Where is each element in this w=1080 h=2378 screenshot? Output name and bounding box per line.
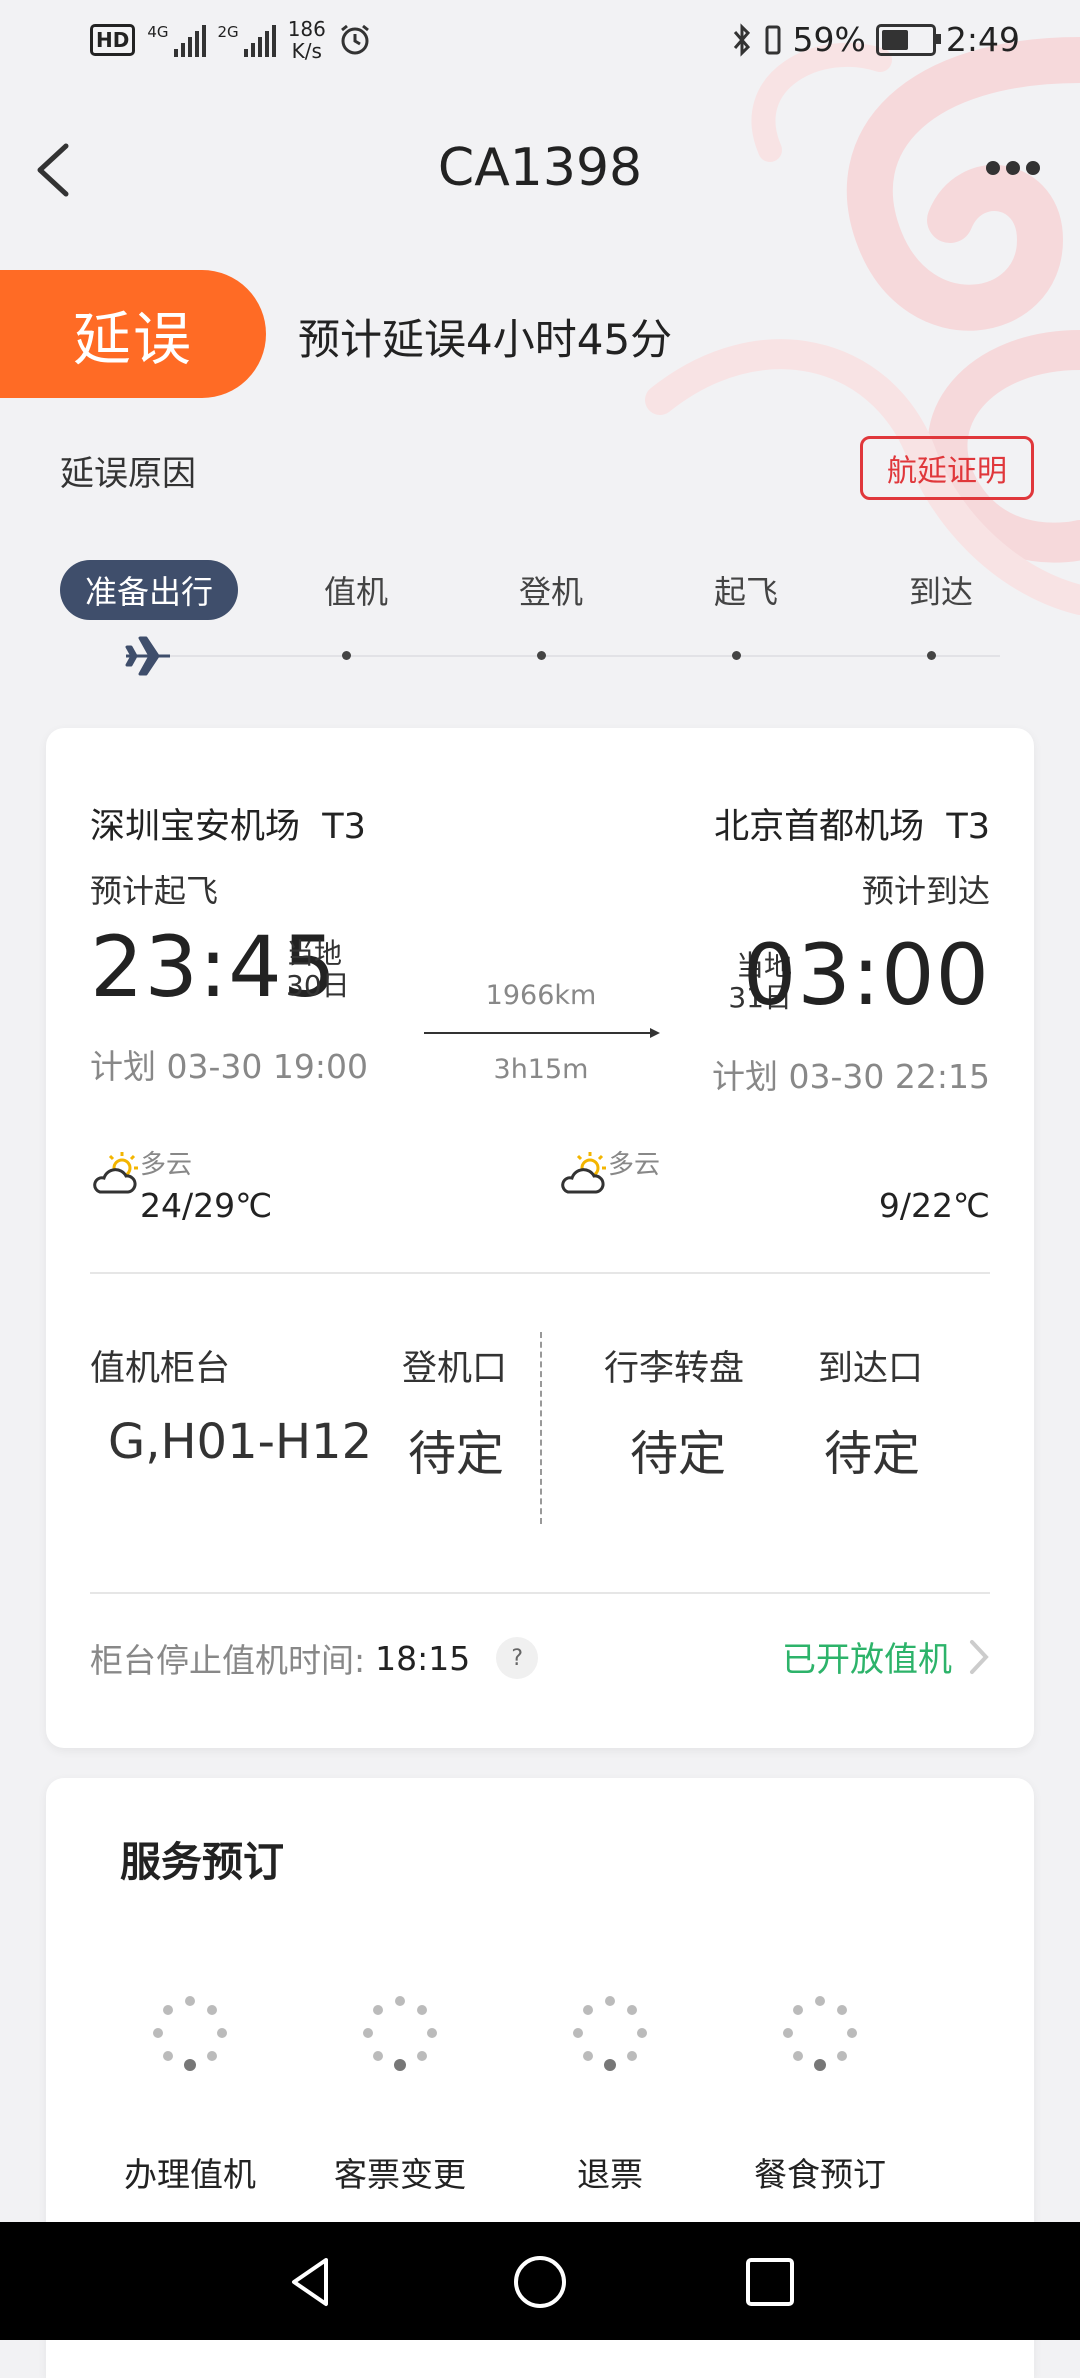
service-checkin[interactable]: 办理值机 [110, 1988, 270, 2196]
checkin-stop-label: 柜台停止值机时间: [90, 1641, 366, 1680]
delay-status-badge: 延误 [0, 270, 266, 398]
signal-icon: 4G [147, 23, 206, 57]
delay-certificate-button[interactable]: 航延证明 [860, 436, 1034, 500]
battery-icon [875, 23, 941, 56]
system-navigation-bar [0, 2222, 1080, 2340]
service-label: 餐食预订 [754, 2155, 886, 2194]
baggage-label: 行李转盘 [604, 1349, 745, 1389]
battery-percent: 59% [792, 20, 866, 59]
arrival-time: 03:00 [742, 926, 990, 1024]
checkin-stop-time: 18:15 [375, 1638, 471, 1678]
loading-spinner-icon [783, 1996, 857, 2071]
nav-home-icon[interactable] [510, 2252, 570, 2312]
step-dot [732, 651, 741, 660]
loading-spinner-icon [573, 1996, 647, 2071]
cloudy-weather-icon [561, 1152, 606, 1194]
arrival-airport: 北京首都机场 T3 [714, 807, 990, 847]
step-takeoff: 起飞 [713, 573, 778, 611]
status-bar: HD 4G 2G 186 K/s 59% 2:49 [0, 0, 1080, 84]
step-arrival: 到达 [908, 573, 973, 611]
help-icon[interactable]: ? [496, 1637, 539, 1679]
services-title: 服务预订 [120, 1838, 284, 1886]
flight-duration: 3h15m [493, 1054, 589, 1085]
service-label: 客票变更 [334, 2155, 466, 2194]
route-arrow [424, 1028, 660, 1038]
flight-distance: 1966km [485, 980, 597, 1011]
checkin-counter-label: 值机柜台 [90, 1349, 231, 1389]
divider [90, 1272, 990, 1274]
arrival-temp: 9/22℃ [878, 1186, 990, 1225]
network-speed: 186 K/s [287, 17, 326, 63]
arrival-exit-value: 待定 [824, 1426, 921, 1482]
service-ticket-change[interactable]: 客票变更 [320, 1988, 480, 2196]
service-label: 办理值机 [124, 2155, 256, 2194]
delay-reason-link[interactable]: 延误原因 [60, 446, 196, 495]
departure-temp: 24/29℃ [140, 1186, 273, 1225]
checkin-counter-value: G,H01-H12 [108, 1414, 373, 1470]
departure-airport: 深圳宝安机场 T3 [90, 807, 366, 847]
plane-icon [125, 636, 170, 676]
nav-recents-icon[interactable] [740, 2252, 800, 2312]
departure-label: 预计起飞 [90, 872, 219, 910]
departure-planned: 计划 03-30 19:00 [90, 1047, 368, 1086]
delay-estimate-text: 预计延误4小时45分 [298, 315, 673, 364]
info-divider [540, 1332, 542, 1524]
step-prepare: 准备出行 [60, 560, 238, 620]
signal-icon-2: 2G [218, 23, 276, 57]
progress-track [160, 655, 1000, 657]
chevron-right-icon [970, 1639, 989, 1674]
departure-weather: 多云 [140, 1150, 193, 1180]
loading-spinner-icon [153, 1996, 227, 2071]
flight-info-card: 深圳宝安机场 T3 北京首都机场 T3 预计起飞 预计到达 23:45 当地 3… [46, 728, 1034, 1748]
loading-spinner-icon [363, 1996, 437, 2071]
checkin-stop-row: 柜台停止值机时间: 18:15 ? [90, 1634, 539, 1682]
arrival-exit-label: 到达口 [818, 1349, 924, 1389]
step-checkin: 值机 [323, 573, 388, 611]
step-dot [537, 651, 546, 660]
step-dot [342, 651, 351, 660]
gate-value: 待定 [408, 1426, 505, 1482]
service-meal[interactable]: 餐食预订 [740, 1988, 900, 2196]
step-boarding: 登机 [518, 573, 583, 611]
gate-label: 登机口 [402, 1349, 508, 1389]
alarm-icon [340, 24, 369, 55]
vibrate-icon [765, 25, 781, 54]
flight-progress-steps: 准备出行 值机 登机 起飞 到达 [60, 560, 1020, 680]
hd-icon: HD [90, 24, 136, 56]
service-label: 退票 [577, 2155, 643, 2194]
checkin-open-status: 已开放值机 [782, 1640, 952, 1680]
clock: 2:49 [945, 20, 1020, 59]
divider [90, 1592, 990, 1594]
step-dot [927, 651, 936, 660]
checkin-open-link[interactable]: 已开放值机 [782, 1632, 990, 1681]
service-refund[interactable]: 退票 [530, 1988, 690, 2196]
nav-back-icon[interactable] [280, 2252, 340, 2312]
more-options-icon[interactable] [986, 150, 1046, 186]
arrival-label: 预计到达 [861, 872, 990, 910]
page-title: CA1398 [437, 138, 643, 198]
departure-local-day: 当地 30日 [286, 937, 350, 1002]
bluetooth-icon [733, 22, 750, 57]
baggage-value: 待定 [630, 1426, 727, 1482]
arrival-weather: 多云 [608, 1150, 661, 1180]
arrival-planned: 计划 03-30 22:15 [712, 1057, 990, 1096]
cloudy-weather-icon [93, 1152, 138, 1194]
